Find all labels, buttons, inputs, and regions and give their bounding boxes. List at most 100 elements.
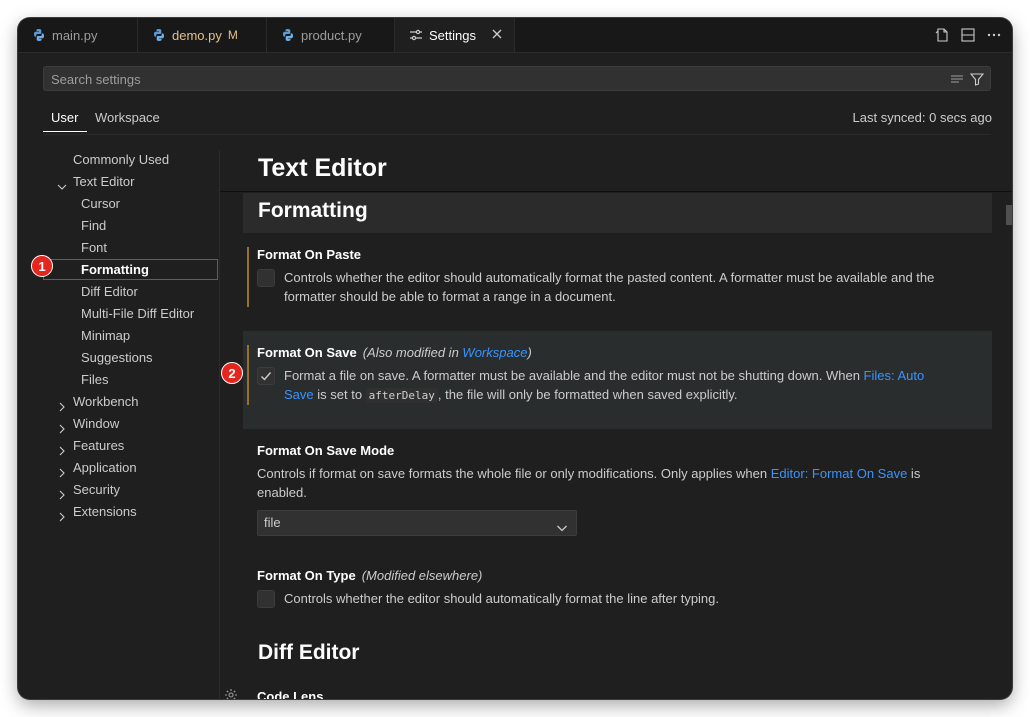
settings-sliders-icon bbox=[409, 28, 423, 42]
tree-label: Text Editor bbox=[73, 174, 135, 189]
tree-item-window[interactable]: Window bbox=[59, 413, 120, 435]
desc-text: is bbox=[907, 466, 921, 481]
workspace-link[interactable]: Workspace bbox=[462, 345, 527, 360]
pane-divider bbox=[219, 150, 220, 699]
python-icon bbox=[281, 28, 295, 42]
chevron-right-icon bbox=[57, 441, 67, 456]
tree-label: Features bbox=[73, 438, 125, 453]
description-line: formatter should be able to format a ran… bbox=[284, 289, 616, 304]
setting-title: Format On Save Mode bbox=[257, 443, 395, 458]
editor-tab-bar: main.py demo.py M product.py Settings bbox=[18, 18, 1012, 53]
clear-filter-icon[interactable] bbox=[950, 72, 964, 86]
scrollbar-thumb[interactable] bbox=[1006, 205, 1012, 225]
tab-settings[interactable]: Settings bbox=[395, 18, 515, 52]
files-auto-save-link[interactable]: Save bbox=[284, 387, 314, 402]
tree-label: Window bbox=[73, 416, 120, 431]
tree-label: Cursor bbox=[81, 196, 121, 211]
tree-item-formatting[interactable]: Formatting bbox=[81, 259, 149, 281]
tree-label: Files bbox=[81, 372, 109, 387]
tree-item-files[interactable]: Files bbox=[81, 369, 108, 391]
open-settings-json-icon[interactable] bbox=[934, 27, 950, 43]
format-on-save-checkbox[interactable] bbox=[257, 367, 275, 385]
tree-item-cursor[interactable]: Cursor bbox=[81, 193, 120, 215]
setting-description: Controls if format on save formats the w… bbox=[257, 464, 984, 502]
desc-text: , the file will only be formatted when s… bbox=[437, 387, 738, 402]
description-line: Format a file on save. A formatter must … bbox=[284, 366, 984, 385]
tree-label: Minimap bbox=[81, 328, 131, 343]
tree-item-suggestions[interactable]: Suggestions bbox=[81, 347, 153, 369]
tree-item-extensions[interactable]: Extensions bbox=[59, 501, 137, 523]
split-editor-icon[interactable] bbox=[960, 27, 976, 43]
tree-label: Find bbox=[81, 218, 107, 233]
tree-item-minimap[interactable]: Minimap bbox=[81, 325, 130, 347]
modified-indicator bbox=[247, 345, 249, 405]
chevron-right-icon bbox=[57, 397, 67, 412]
close-icon[interactable] bbox=[490, 27, 504, 41]
tree-label: Workbench bbox=[73, 394, 139, 409]
tree-label: Security bbox=[73, 482, 120, 497]
chevron-right-icon bbox=[57, 463, 67, 478]
tree-label: Extensions bbox=[73, 504, 137, 519]
python-icon bbox=[32, 28, 46, 42]
tab-demo-py[interactable]: demo.py M bbox=[138, 18, 267, 52]
more-actions-icon[interactable] bbox=[986, 27, 1002, 43]
tab-workspace[interactable]: Workspace bbox=[95, 110, 160, 125]
setting-description: Format a file on save. A formatter must … bbox=[284, 366, 984, 405]
modified-indicator bbox=[247, 247, 249, 307]
setting-title: Code Lens bbox=[257, 689, 324, 699]
format-on-type-checkbox[interactable] bbox=[257, 590, 275, 608]
tree-label: Diff Editor bbox=[81, 284, 138, 299]
format-on-save-mode-select[interactable]: file bbox=[257, 510, 577, 536]
tree-item-multi-file-diff-editor[interactable]: Multi-File Diff Editor bbox=[81, 303, 194, 325]
filter-icon[interactable] bbox=[969, 72, 985, 86]
description-line: Controls if format on save formats the w… bbox=[257, 464, 984, 483]
note-text: ) bbox=[527, 345, 532, 360]
search-input[interactable] bbox=[44, 67, 933, 92]
tree-item-workbench[interactable]: Workbench bbox=[59, 391, 139, 413]
description-line: Save is set to afterDelay, the file will… bbox=[284, 385, 984, 405]
setting-description: Controls whether the editor should autom… bbox=[284, 268, 984, 306]
annotation-badge-1: 1 bbox=[31, 255, 53, 277]
section-title: Formatting bbox=[258, 199, 368, 222]
gear-icon[interactable] bbox=[224, 688, 238, 699]
tab-label: main.py bbox=[52, 27, 98, 43]
settings-header: Text Editor bbox=[258, 154, 387, 182]
modified-note: (Also modified in Workspace) bbox=[363, 345, 532, 360]
tab-main-py[interactable]: main.py bbox=[18, 18, 138, 52]
tree-label: Multi-File Diff Editor bbox=[81, 306, 195, 321]
tree-item-text-editor[interactable]: Text Editor bbox=[57, 171, 135, 193]
format-on-paste-checkbox[interactable] bbox=[257, 269, 275, 287]
note-text: (Also modified in bbox=[362, 345, 463, 360]
checkmark-icon bbox=[261, 372, 272, 381]
section-title: Diff Editor bbox=[258, 641, 360, 664]
tree-item-features[interactable]: Features bbox=[59, 435, 125, 457]
tree-item-font[interactable]: Font bbox=[81, 237, 107, 259]
files-auto-save-link[interactable]: Files: Auto bbox=[864, 368, 925, 383]
select-value: file bbox=[264, 515, 281, 530]
tab-product-py[interactable]: product.py bbox=[267, 18, 395, 52]
setting-title-text: Format On Save bbox=[257, 345, 357, 360]
divider bbox=[43, 134, 991, 135]
vscode-window: main.py demo.py M product.py Settings Se… bbox=[18, 18, 1012, 699]
tab-user[interactable]: User bbox=[51, 110, 78, 125]
active-tab-indicator bbox=[43, 131, 87, 132]
chevron-right-icon bbox=[57, 485, 67, 500]
editor-format-on-save-link[interactable]: Editor: Format On Save bbox=[771, 466, 908, 481]
modified-note: (Modified elsewhere) bbox=[361, 568, 483, 583]
tree-item-diff-editor[interactable]: Diff Editor bbox=[81, 281, 138, 303]
annotation-badge-2: 2 bbox=[221, 362, 243, 384]
tree-item-commonly-used[interactable]: Commonly Used bbox=[73, 149, 169, 171]
tree-label: Font bbox=[81, 240, 108, 255]
chevron-right-icon bbox=[57, 507, 67, 522]
tree-item-security[interactable]: Security bbox=[59, 479, 120, 501]
setting-title: Format On Save (Also modified in Workspac… bbox=[257, 345, 532, 360]
settings-search-box bbox=[43, 66, 991, 92]
chevron-down-icon bbox=[57, 177, 67, 190]
tree-item-find[interactable]: Find bbox=[81, 215, 106, 237]
tree-item-application[interactable]: Application bbox=[59, 457, 137, 479]
tab-label: product.py bbox=[301, 27, 362, 43]
setting-title: Format On Type (Modified elsewhere) bbox=[257, 568, 482, 583]
sync-status: Last synced: 0 secs ago bbox=[852, 110, 992, 125]
chevron-down-icon bbox=[556, 518, 568, 532]
description-line: enabled. bbox=[257, 485, 307, 500]
